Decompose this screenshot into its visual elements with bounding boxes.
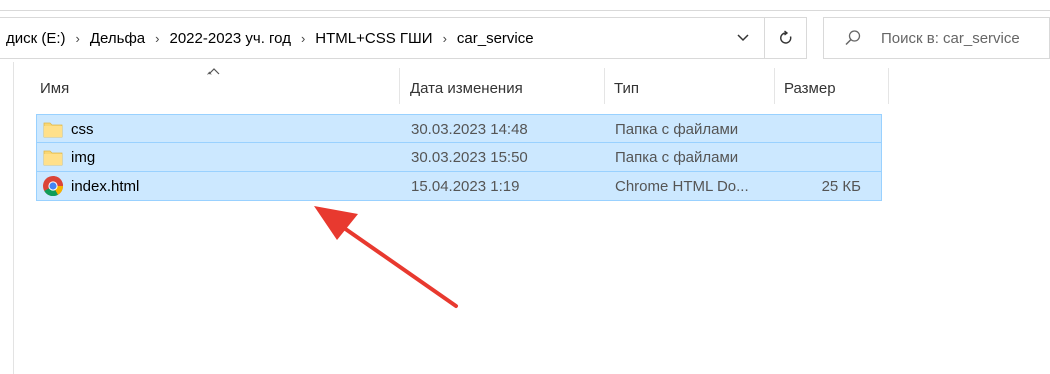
chevron-down-icon [737, 34, 749, 42]
refresh-button[interactable] [765, 17, 807, 59]
file-type: Папка с файлами [615, 120, 739, 138]
chevron-right-icon[interactable]: › [301, 31, 305, 46]
annotation-arrow-icon [332, 219, 458, 308]
breadcrumb-html-css[interactable]: HTML+CSS ГШИ [315, 30, 432, 47]
column-header-type[interactable]: Тип [614, 68, 639, 108]
window-top-edge [0, 0, 1050, 11]
file-date: 30.03.2023 15:50 [411, 148, 528, 166]
file-type: Папка с файлами [615, 148, 739, 166]
file-size: 25 КБ [821, 177, 861, 195]
column-divider[interactable] [399, 68, 400, 104]
folder-icon [43, 150, 63, 166]
column-divider[interactable] [888, 68, 889, 104]
file-type: Chrome HTML Do... [615, 177, 749, 195]
address-history-dropdown-button[interactable] [727, 18, 759, 58]
file-name: index.html [71, 177, 140, 195]
column-divider[interactable] [604, 68, 605, 104]
chevron-right-icon[interactable]: › [443, 31, 447, 46]
search-input[interactable] [881, 18, 1046, 58]
file-name: img [71, 148, 96, 166]
file-date: 15.04.2023 1:19 [411, 177, 520, 195]
navigation-pane-divider [13, 62, 14, 374]
search-box[interactable] [823, 17, 1050, 59]
column-divider[interactable] [774, 68, 775, 104]
file-row-css[interactable]: css 30.03.2023 14:48 Папка с файлами [36, 114, 882, 143]
column-header-name[interactable]: Имя [40, 68, 69, 108]
breadcrumb-car-service[interactable]: car_service [457, 30, 534, 47]
breadcrumb-delfa[interactable]: Дельфа [90, 30, 145, 47]
file-name: css [71, 120, 94, 138]
column-headers: Имя Дата изменения Тип Размер [0, 68, 1050, 108]
chrome-icon [43, 176, 64, 197]
file-row-index-html[interactable]: index.html 15.04.2023 1:19 Chrome HTML D… [36, 172, 882, 201]
breadcrumb: диск (E:) › Дельфа › 2022-2023 уч. год ›… [6, 18, 534, 58]
breadcrumb-drive-e[interactable]: диск (E:) [6, 30, 66, 47]
file-date: 30.03.2023 14:48 [411, 120, 528, 138]
chevron-right-icon[interactable]: › [76, 31, 80, 46]
file-row-img[interactable]: img 30.03.2023 15:50 Папка с файлами [36, 143, 882, 172]
chevron-right-icon[interactable]: › [155, 31, 159, 46]
folder-icon [43, 122, 63, 138]
column-header-size[interactable]: Размер [784, 68, 836, 108]
search-icon [845, 30, 861, 46]
breadcrumb-school-year[interactable]: 2022-2023 уч. год [169, 30, 290, 47]
column-header-date[interactable]: Дата изменения [410, 68, 523, 108]
refresh-icon [779, 30, 791, 44]
address-bar[interactable]: диск (E:) › Дельфа › 2022-2023 уч. год ›… [0, 17, 765, 59]
annotation-arrowhead-icon [314, 206, 358, 240]
